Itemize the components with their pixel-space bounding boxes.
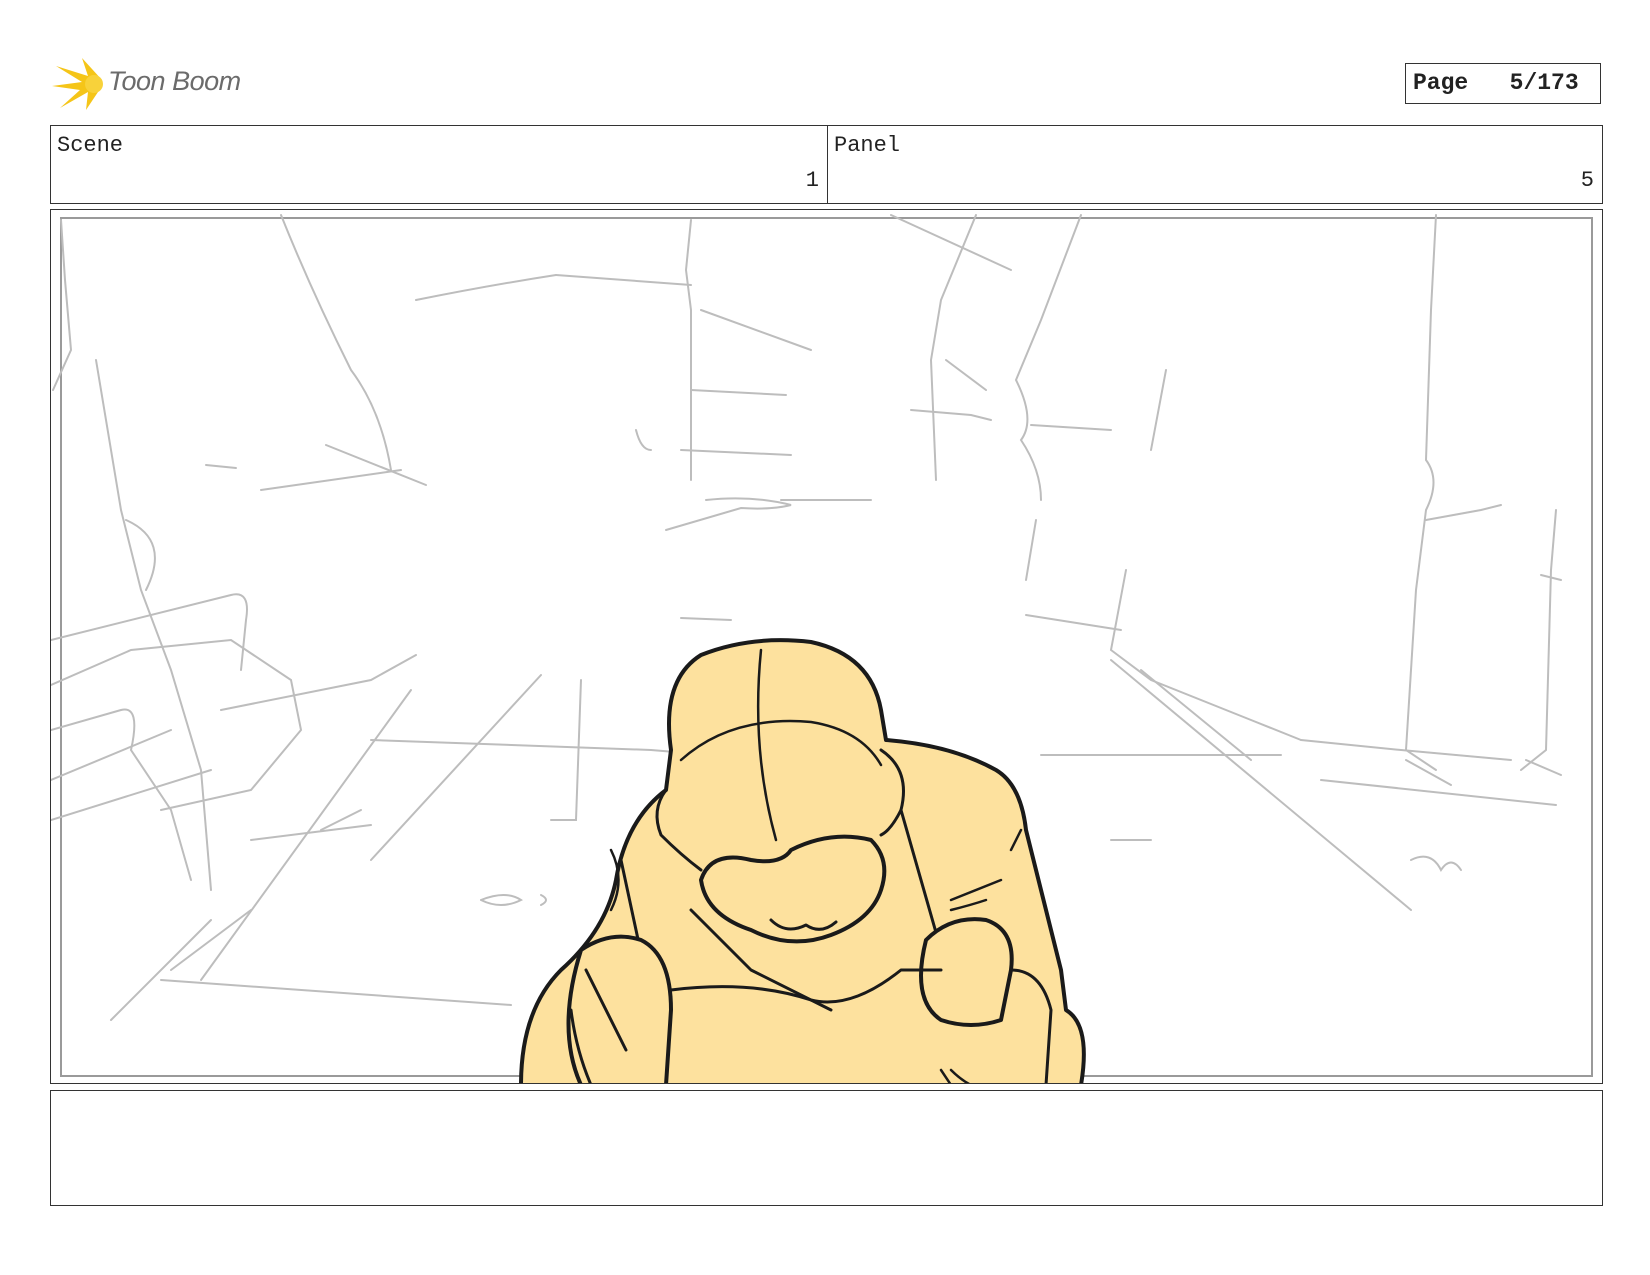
brand-name: Toon Boom: [108, 66, 241, 96]
scene-panel-header: Scene 1 Panel 5: [50, 125, 1603, 204]
panel-label: Panel: [834, 133, 901, 158]
page-indicator: Page 5/173: [1405, 63, 1601, 104]
panel-cell: Panel 5: [828, 126, 1602, 203]
page-value: 5/173: [1509, 70, 1579, 96]
storyboard-panel-frame: [50, 209, 1603, 1084]
scene-label: Scene: [57, 133, 124, 158]
panel-notes-box: [50, 1090, 1603, 1206]
scene-number: 1: [805, 168, 819, 193]
scene-cell: Scene 1: [51, 126, 828, 203]
panel-number: 5: [1580, 168, 1594, 193]
character-sketch: [519, 638, 1086, 1083]
storyboard-drawing: [51, 214, 1593, 1083]
page-label: Page: [1413, 70, 1469, 96]
